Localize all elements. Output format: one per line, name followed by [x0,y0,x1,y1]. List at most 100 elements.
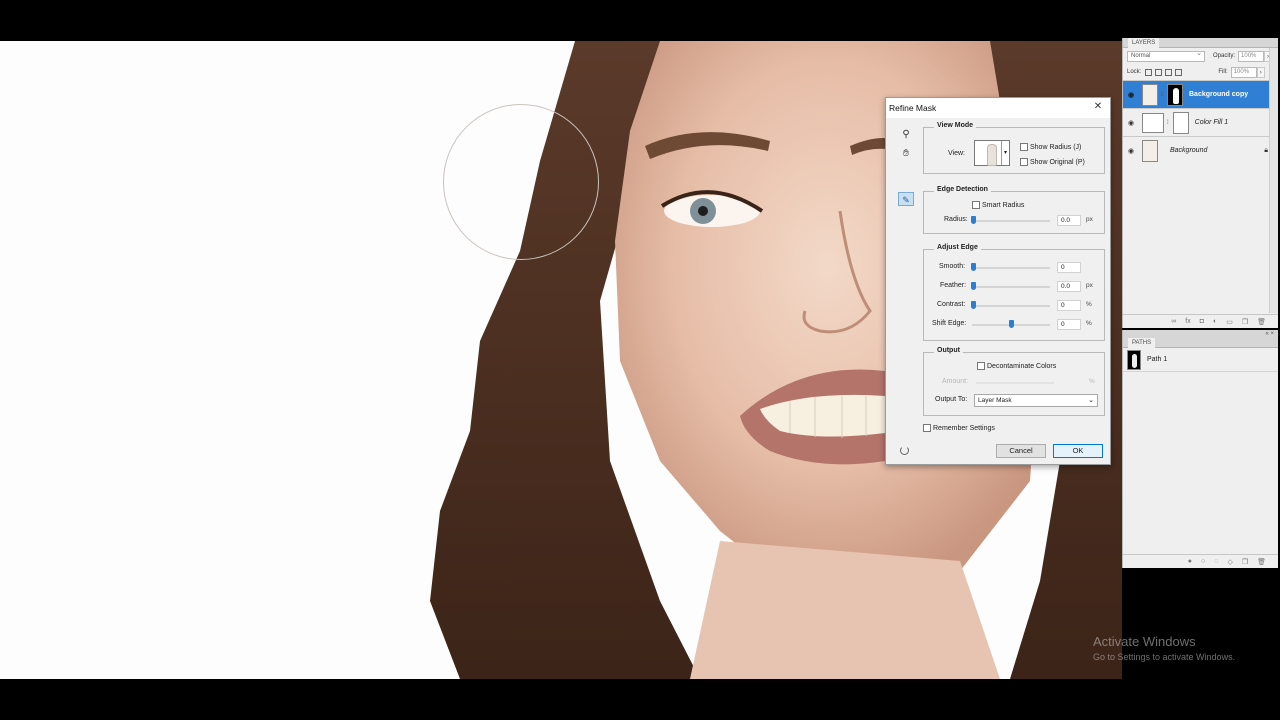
delete-path-icon[interactable]: 🗑︎ [1257,558,1266,566]
show-radius-checkbox[interactable] [1020,143,1028,151]
remember-settings-option[interactable]: Remember Settings [923,424,995,432]
contrast-slider[interactable] [972,305,1050,307]
layer-thumbnail [1142,112,1164,133]
feather-unit: px [1086,282,1093,289]
fill-arrow-icon[interactable]: › [1256,66,1265,78]
feather-slider-thumb[interactable] [971,282,976,290]
lock-all-icon[interactable] [1175,68,1183,76]
path-row[interactable]: Path 1 [1123,348,1278,372]
layer-row-background[interactable]: ◉ Background 🔒︎ [1123,136,1278,164]
visibility-eye-icon[interactable]: ◉ [1125,91,1137,99]
feather-slider[interactable] [972,286,1050,288]
show-radius-option[interactable]: Show Radius (J) [1020,143,1081,151]
smart-radius-label: Smart Radius [982,201,1025,209]
add-mask-icon[interactable]: ◘ [1200,318,1204,325]
new-layer-icon[interactable]: ❐ [1242,318,1248,326]
close-icon[interactable]: ✕ [1092,101,1104,113]
load-selection-icon[interactable]: ◌ [1214,558,1218,565]
layer-row-color-fill[interactable]: ◉ ⁞ Color Fill 1 [1123,108,1278,136]
output-title: Output [934,347,963,354]
smooth-input[interactable]: 0 [1057,262,1081,273]
loading-spinner-icon [900,446,909,455]
path-thumbnail [1127,349,1141,370]
paths-tab-bar: PATHS [1123,338,1278,348]
lock-image-icon[interactable] [1155,68,1163,76]
decontaminate-checkbox[interactable] [977,362,985,370]
edge-detection-title: Edge Detection [934,186,991,193]
new-path-icon[interactable]: ❐ [1242,558,1248,566]
radius-slider-thumb[interactable] [971,216,976,224]
delete-layer-icon[interactable]: 🗑︎ [1257,318,1266,326]
visibility-eye-icon[interactable]: ◉ [1125,147,1137,155]
watermark-subtitle: Go to Settings to activate Windows. [1093,652,1236,662]
hand-tool-icon[interactable]: ✋︎ [898,147,914,161]
radius-input[interactable]: 0.0 [1057,215,1081,226]
fill-field[interactable]: 100% [1230,66,1257,78]
feather-input[interactable]: 0.0 [1057,281,1081,292]
layer-name: Background [1170,147,1208,154]
refine-radius-brush-icon[interactable]: ✎ [898,192,914,206]
path-name: Path 1 [1147,356,1168,363]
zoom-tool-icon[interactable]: ⚲ [898,128,914,142]
output-to-select[interactable]: Layer Mask ⌄ [974,394,1098,407]
chevron-down-icon: ▾ [1001,141,1009,165]
make-workpath-icon[interactable]: ◇ [1227,558,1232,566]
activation-watermark: Activate Windows Go to Settings to activ… [1093,634,1235,662]
ok-button[interactable]: OK [1053,444,1103,458]
shift-edge-label: Shift Edge: [932,320,967,327]
shift-edge-unit: % [1086,320,1092,327]
lock-icon: 🔒︎ [1264,146,1268,154]
layers-footer: ∞ fx ◘ ◐ ▭ ❐ 🗑︎ [1123,314,1278,328]
mask-thumbnail[interactable] [1167,83,1183,106]
smooth-slider[interactable] [972,267,1050,269]
watermark-title: Activate Windows [1093,634,1196,649]
lock-position-icon[interactable] [1165,68,1173,76]
radius-slider[interactable] [972,220,1050,222]
feather-label: Feather: [940,282,967,289]
opacity-field[interactable]: 100% [1238,50,1265,62]
smooth-slider-thumb[interactable] [971,263,976,271]
contrast-input[interactable]: 0 [1057,300,1081,311]
tab-layers[interactable]: LAYERS [1128,38,1160,48]
adjustment-layer-icon[interactable]: ◐ [1213,318,1217,325]
dialog-title: Refine Mask [886,98,1110,118]
layer-style-icon[interactable]: fx [1185,318,1190,325]
contrast-slider-thumb[interactable] [971,301,976,309]
blend-mode-select[interactable]: Normal [1127,49,1205,62]
lock-options [1145,68,1183,76]
output-to-label: Output To: [935,396,968,403]
blend-row: Normal Opacity: 100% › [1123,48,1278,64]
smart-radius-checkbox[interactable] [972,201,980,209]
output-group: Output Decontaminate Colors Amount: % Ou… [923,347,1105,416]
amount-label: Amount: [942,378,969,385]
link-icon: ⁞ [1161,91,1163,98]
show-original-checkbox[interactable] [1020,158,1028,166]
mask-thumbnail[interactable] [1172,111,1189,134]
decontaminate-option[interactable]: Decontaminate Colors [977,362,1056,370]
remember-settings-checkbox[interactable] [923,424,931,432]
tab-paths[interactable]: PATHS [1128,338,1156,348]
layer-name: Color Fill 1 [1194,119,1229,126]
shift-edge-input[interactable]: 0 [1057,319,1081,330]
contrast-label: Contrast: [937,301,966,308]
smart-radius-option[interactable]: Smart Radius [972,201,1024,209]
layer-row-background-copy[interactable]: ◉ ⁞ Background copy [1123,80,1278,108]
lock-transparent-icon[interactable] [1145,68,1153,76]
cancel-button[interactable]: Cancel [996,444,1046,458]
show-original-option[interactable]: Show Original (P) [1020,158,1085,166]
layer-thumbnail [1142,139,1158,162]
refine-mask-dialog: Refine Mask ✕ ⚲ ✋︎ ✎ View Mode View: ▾ S… [885,97,1111,465]
layer-name: Background copy [1189,91,1249,98]
link-layers-icon[interactable]: ∞ [1171,318,1176,325]
contrast-unit: % [1086,301,1092,308]
shift-edge-slider-thumb[interactable] [1009,320,1014,328]
layers-scrollbar[interactable] [1269,48,1278,313]
amount-slider [976,382,1054,384]
visibility-eye-icon[interactable]: ◉ [1125,119,1137,127]
group-icon[interactable]: ▭ [1226,318,1233,326]
view-mode-picker[interactable]: ▾ [974,140,1010,166]
stroke-path-icon[interactable]: ○ [1201,558,1205,565]
fill-path-icon[interactable]: ● [1188,558,1192,565]
adjust-edge-group: Adjust Edge Smooth: 0 Feather: 0.0 px Co… [923,244,1105,341]
view-mode-title: View Mode [934,122,977,129]
